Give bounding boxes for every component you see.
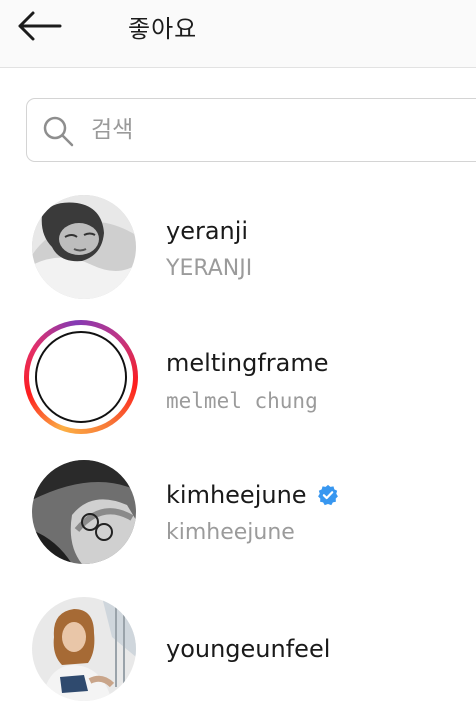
full-name: melmel chung bbox=[166, 389, 318, 413]
verified-badge-icon bbox=[317, 484, 338, 506]
username[interactable]: youngeunfeel bbox=[166, 635, 330, 663]
username[interactable]: meltingframe bbox=[166, 349, 329, 377]
username[interactable]: kimheejune bbox=[166, 481, 339, 509]
back-button[interactable] bbox=[14, 6, 64, 46]
back-arrow-icon bbox=[18, 11, 62, 41]
list-item[interactable]: yeranji YERANJI bbox=[0, 190, 476, 320]
avatar[interactable] bbox=[32, 460, 136, 564]
list-item[interactable]: meltingframe melmel chung bbox=[0, 320, 476, 450]
full-name: YERANJI bbox=[166, 256, 253, 281]
avatar[interactable] bbox=[32, 195, 136, 299]
search-input[interactable] bbox=[91, 112, 471, 148]
list-item[interactable]: youngeunfeel bbox=[0, 585, 476, 715]
avatar bbox=[35, 331, 127, 423]
story-ring[interactable] bbox=[24, 320, 138, 434]
search-icon bbox=[43, 116, 74, 147]
page-title: 좋아요 bbox=[128, 15, 198, 43]
search-bar[interactable] bbox=[26, 98, 476, 162]
username[interactable]: yeranji bbox=[166, 217, 248, 245]
list-item[interactable]: kimheejune kimheejune bbox=[0, 452, 476, 582]
top-bar: 좋아요 bbox=[0, 0, 476, 68]
full-name: kimheejune bbox=[166, 520, 295, 545]
avatar[interactable] bbox=[32, 597, 136, 701]
